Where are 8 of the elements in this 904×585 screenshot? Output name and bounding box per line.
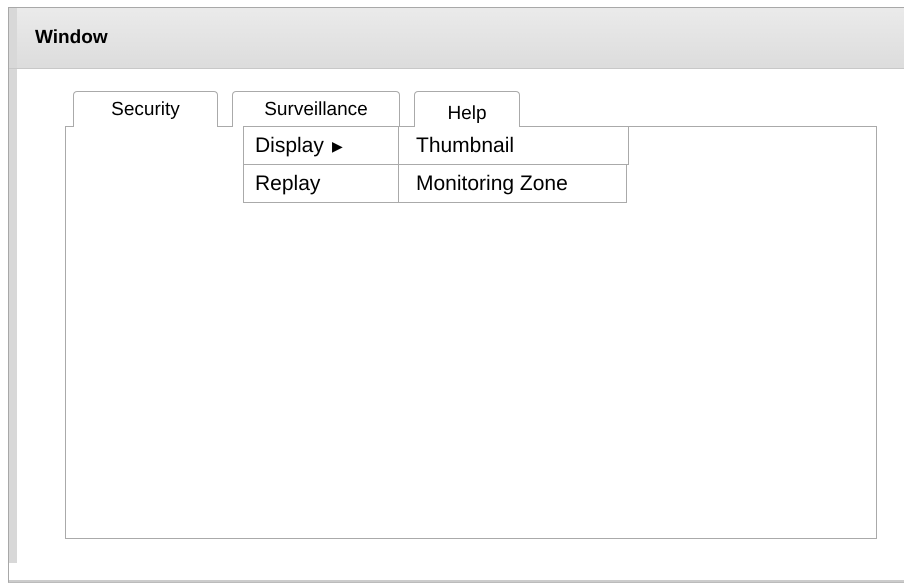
tab[interactable]: Help — [414, 91, 520, 127]
tab[interactable]: Surveillance — [232, 91, 400, 127]
submenu-item[interactable]: Monitoring Zone — [399, 164, 627, 203]
submenu-arrow-icon: ▶ — [332, 138, 343, 154]
menu-item[interactable]: Replay — [243, 164, 399, 203]
menu-item[interactable]: Display ▶ — [243, 126, 399, 165]
tab[interactable]: Security — [73, 91, 218, 127]
window-title: Window — [35, 27, 108, 49]
